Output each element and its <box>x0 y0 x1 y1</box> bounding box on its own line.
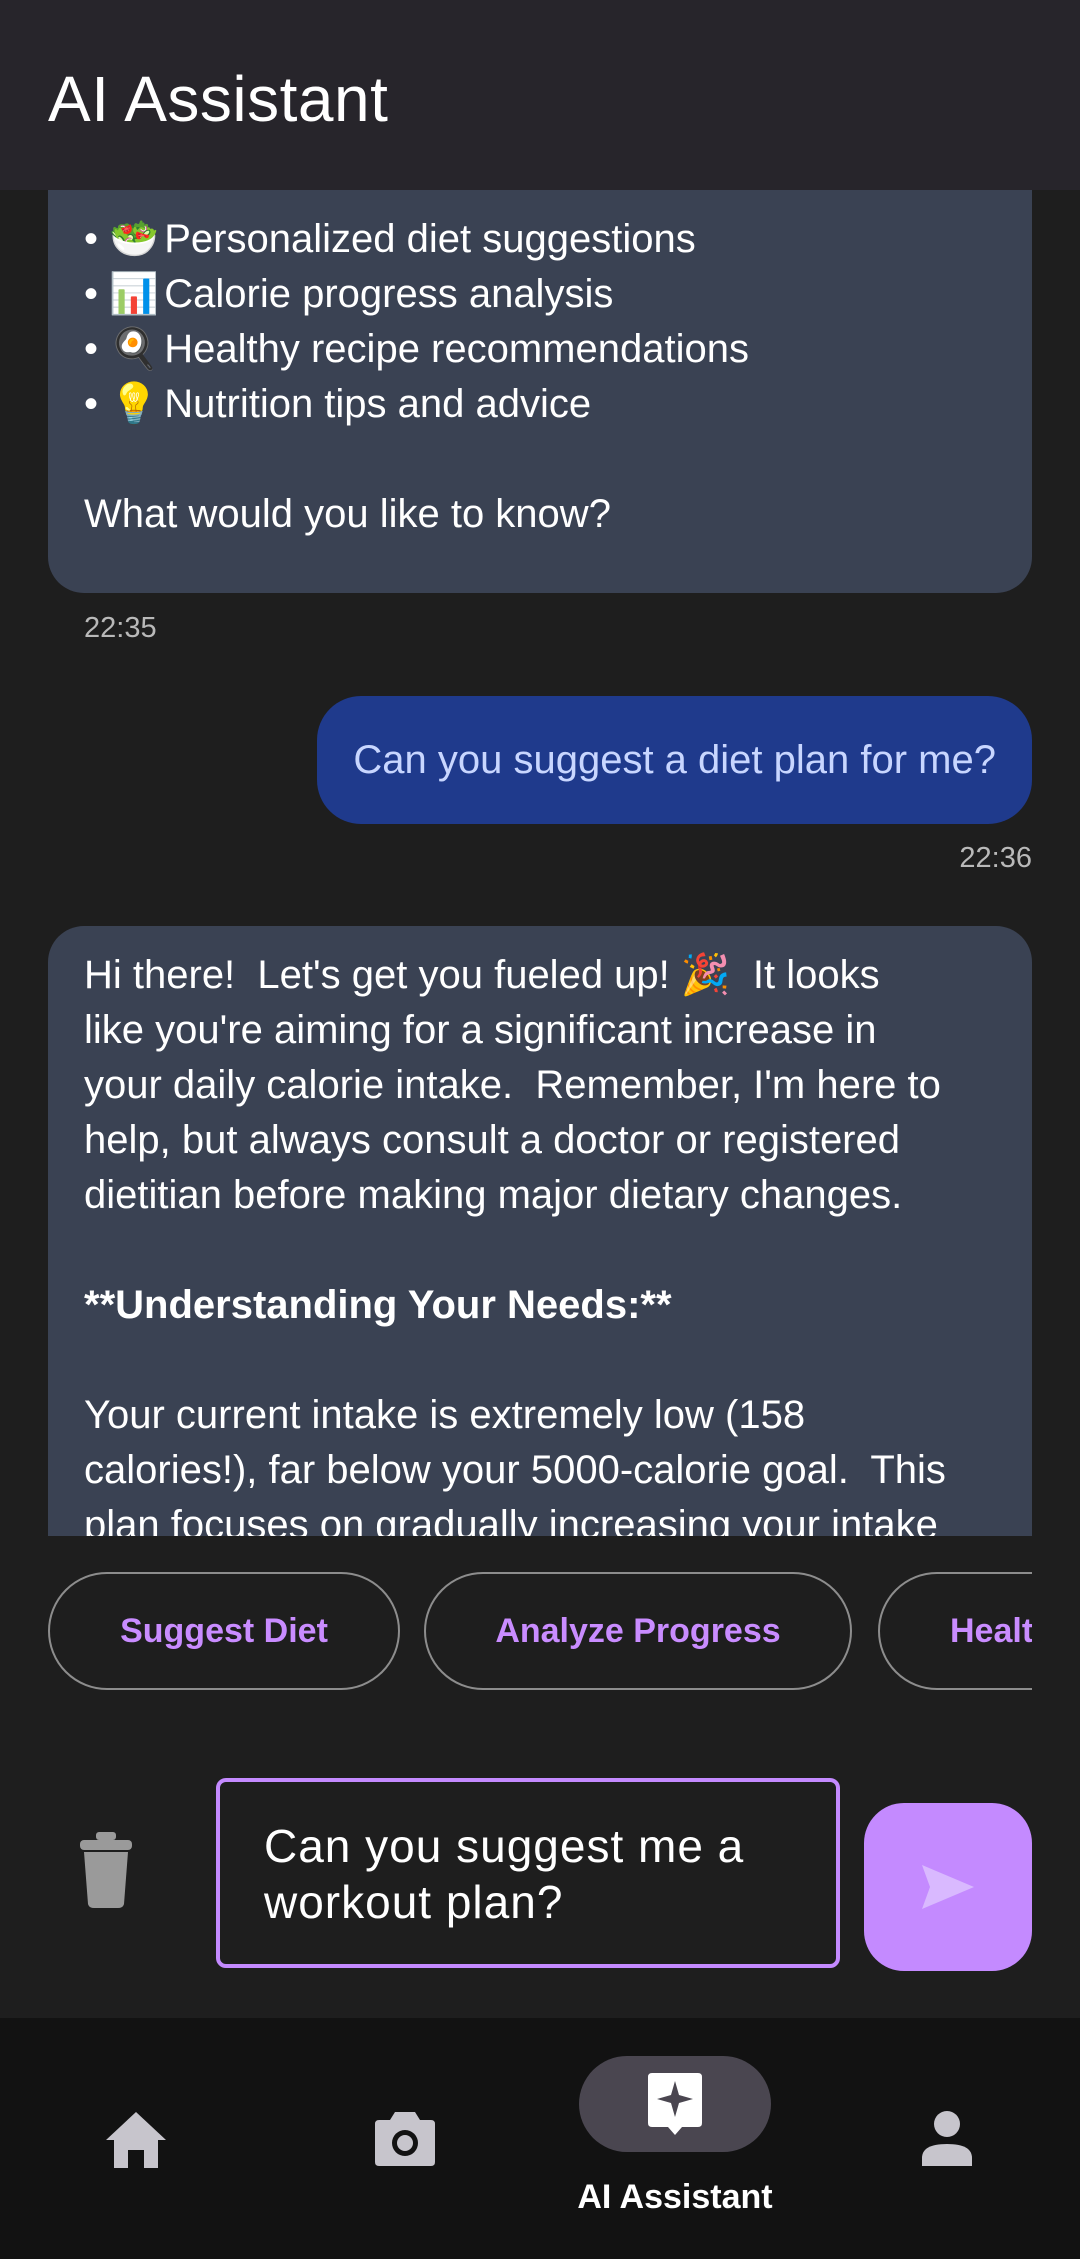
message-line: calories!), far below your 5000-calorie … <box>84 1448 946 1492</box>
nav-item-home[interactable] <box>96 2100 176 2180</box>
message-line: Your current intake is extremely low (15… <box>84 1393 806 1437</box>
nav-label-ai-assistant: AI Assistant <box>577 2178 773 2216</box>
message-timestamp: 22:35 <box>84 612 157 644</box>
ai-sparkle-icon <box>648 2073 702 2135</box>
nav-item-profile[interactable] <box>912 2100 982 2180</box>
list-item: • 🥗 Personalized diet suggestions <box>84 212 996 267</box>
frying-pan-icon: 🍳 <box>109 327 159 371</box>
ai-message-bubble: Hi there! Let's get you fueled up! 🎉 It … <box>48 926 1032 1536</box>
chip-analyze-progress[interactable]: Analyze Progress <box>424 1572 852 1690</box>
message-line: Hi there! Let's get you fueled up! 🎉 It … <box>84 953 880 997</box>
message-heading: **Understanding Your Needs:** <box>84 1283 672 1327</box>
trash-icon <box>80 1832 132 1908</box>
app-bar: AI Assistant <box>0 0 1080 190</box>
message-input[interactable]: Can you suggest me a workout plan? <box>216 1778 840 1968</box>
message-input-value: Can you suggest me a workout plan? <box>264 1820 745 1928</box>
message-line: your daily calorie intake. Remember, I'm… <box>84 1063 941 1107</box>
message-line: like you're aiming for a significant inc… <box>84 1008 877 1052</box>
chat-messages[interactable]: • 🥗 Personalized diet suggestions • 📊 Ca… <box>0 190 1080 1536</box>
page-title: AI Assistant <box>48 63 389 135</box>
chip-healthy-recipes[interactable]: Healthy Recipes <box>878 1572 1032 1690</box>
chart-icon: 📊 <box>109 272 159 316</box>
send-icon <box>922 1865 974 1909</box>
user-message-text: Can you suggest a diet plan for me? <box>353 737 996 782</box>
list-item: • 🍳 Healthy recipe recommendations <box>84 322 996 377</box>
send-button[interactable] <box>864 1803 1032 1971</box>
nav-item-ai-assistant[interactable] <box>579 2056 771 2152</box>
message-line: dietitian before making major dietary ch… <box>84 1173 903 1217</box>
message-line: help, but always consult a doctor or reg… <box>84 1118 900 1162</box>
message-timestamp: 22:36 <box>959 842 1032 874</box>
home-icon <box>106 2112 166 2168</box>
message-line: plan focuses on gradually increasing you… <box>84 1503 938 1536</box>
delete-chat-button[interactable] <box>76 1830 136 1910</box>
user-message-bubble: Can you suggest a diet plan for me? <box>317 696 1032 824</box>
camera-icon <box>375 2112 435 2166</box>
list-item: • 💡 Nutrition tips and advice <box>84 377 996 432</box>
suggestion-chips: Suggest Diet Analyze Progress Healthy Re… <box>48 1572 1032 1692</box>
profile-icon <box>922 2111 972 2166</box>
message-question: What would you like to know? <box>84 492 611 536</box>
salad-icon: 🥗 <box>109 217 159 261</box>
nav-item-camera[interactable] <box>370 2100 440 2180</box>
lightbulb-icon: 💡 <box>109 382 159 426</box>
ai-message-bubble: • 🥗 Personalized diet suggestions • 📊 Ca… <box>48 190 1032 593</box>
chip-suggest-diet[interactable]: Suggest Diet <box>48 1572 400 1690</box>
list-item: • 📊 Calorie progress analysis <box>84 267 996 322</box>
